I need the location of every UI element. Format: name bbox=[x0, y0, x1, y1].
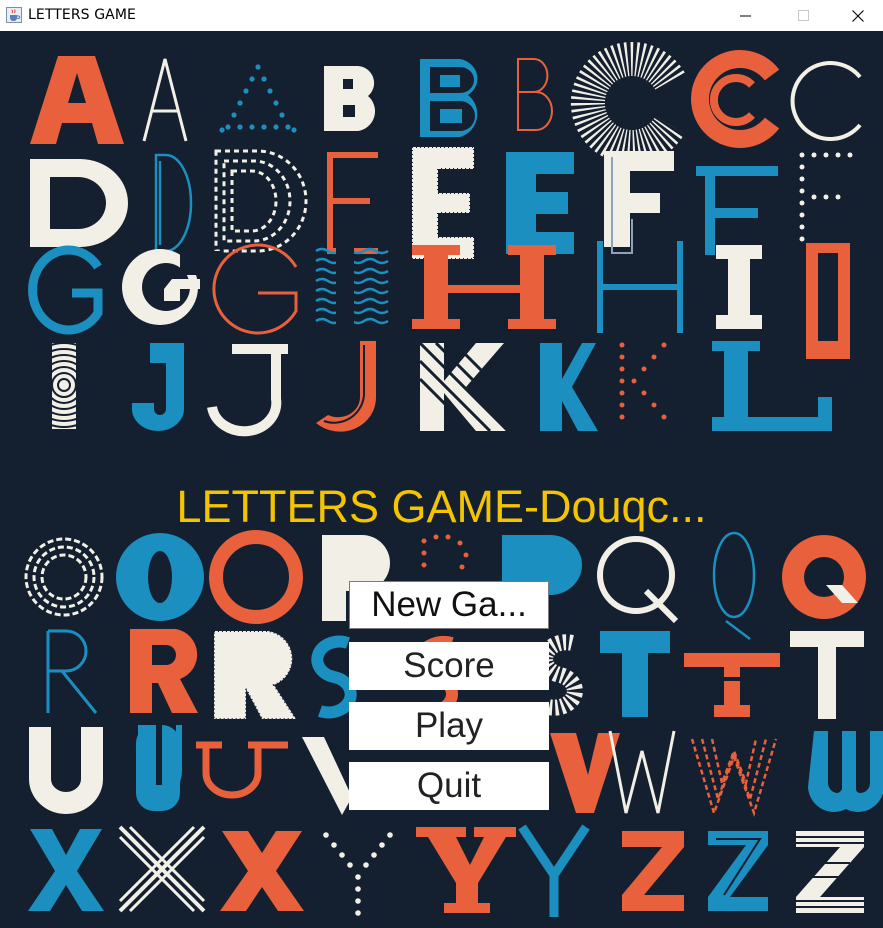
letter-z-striped bbox=[796, 831, 864, 913]
letter-c-thin bbox=[790, 61, 862, 141]
letter-w-fingerprint bbox=[690, 738, 778, 818]
letter-i-orange-3d bbox=[806, 243, 850, 359]
minimize-icon bbox=[740, 15, 751, 16]
maximize-icon bbox=[798, 9, 809, 21]
letter-d-blue-outline bbox=[154, 153, 193, 253]
letter-d-striped bbox=[214, 149, 308, 253]
letter-c-orange bbox=[691, 50, 780, 148]
letter-s-blue bbox=[311, 635, 357, 719]
game-panel: LETTERS GAME-Douqc... New Ga... Score Pl… bbox=[0, 31, 883, 928]
letter-g-blue bbox=[28, 245, 103, 335]
letter-v-orange bbox=[550, 733, 620, 813]
letter-j-orange bbox=[316, 341, 377, 432]
new-game-button[interactable]: New Ga... bbox=[349, 581, 549, 629]
letter-t-blue bbox=[600, 631, 670, 717]
letter-t-orange-slab bbox=[684, 653, 780, 717]
letter-u-cream bbox=[29, 727, 103, 814]
letter-x-blue bbox=[28, 829, 104, 911]
letter-b-outline bbox=[517, 58, 553, 131]
letter-e-blue-bold bbox=[506, 152, 574, 254]
letter-d-cream bbox=[30, 159, 128, 247]
letter-z-orange bbox=[622, 831, 684, 911]
letter-a-thin bbox=[142, 58, 188, 142]
letter-z-blue bbox=[708, 831, 768, 911]
game-title: LETTERS GAME-Douqc... bbox=[176, 481, 707, 532]
letter-u-orange-slab bbox=[196, 741, 288, 799]
letter-y-dotted bbox=[323, 832, 393, 916]
minimize-button[interactable] bbox=[717, 0, 775, 31]
letter-c-striped bbox=[570, 42, 685, 164]
letter-b-blue-3d bbox=[420, 59, 478, 137]
letter-f-3d bbox=[604, 151, 674, 254]
letter-f-blue bbox=[696, 166, 778, 255]
window-titlebar[interactable]: LETTERS GAME bbox=[0, 0, 883, 31]
close-button[interactable] bbox=[833, 0, 883, 31]
letter-r-orange-3d bbox=[130, 629, 198, 713]
letter-y-orange-slab bbox=[416, 827, 516, 913]
letter-k-striped bbox=[418, 341, 510, 433]
window-title: LETTERS GAME bbox=[28, 7, 136, 23]
letter-k-blue bbox=[540, 343, 598, 431]
letter-g-3d bbox=[122, 249, 220, 325]
letter-u-blue bbox=[136, 725, 183, 811]
letter-r-dotted bbox=[213, 630, 298, 720]
letter-b-cream bbox=[324, 66, 376, 131]
letter-k-dotted bbox=[619, 342, 667, 420]
java-cup-icon bbox=[6, 7, 22, 23]
letter-g-orange-outline bbox=[212, 243, 298, 335]
letter-a-dotted bbox=[219, 64, 297, 133]
letter-w-blue bbox=[808, 731, 883, 812]
letter-x-orange bbox=[220, 831, 304, 911]
letter-y-blue bbox=[518, 824, 590, 917]
letter-w-thin bbox=[608, 730, 676, 814]
close-icon bbox=[852, 9, 864, 22]
letter-h-blue-thin bbox=[597, 241, 683, 333]
letter-p-dotted bbox=[421, 534, 469, 570]
letter-q-blue-outline bbox=[712, 531, 756, 640]
letter-o-blue-bold bbox=[116, 533, 204, 621]
quit-button[interactable]: Quit bbox=[349, 762, 549, 810]
letter-r-blue-thin bbox=[46, 629, 98, 714]
letter-e-orange-thin bbox=[327, 152, 378, 254]
letter-o-orange-ring bbox=[209, 530, 303, 624]
letter-h-wavy bbox=[315, 245, 389, 331]
letter-s-striped bbox=[537, 634, 583, 716]
letter-a-orange bbox=[30, 56, 124, 144]
letter-j-cream bbox=[207, 344, 288, 437]
play-button[interactable]: Play bbox=[349, 702, 549, 750]
letter-x-striped bbox=[118, 825, 206, 913]
letter-i-cream-slab bbox=[716, 245, 762, 329]
letter-e-dotted bbox=[411, 146, 475, 260]
letter-q-orange bbox=[782, 535, 866, 619]
letter-h-orange-slab bbox=[412, 245, 556, 329]
letter-i-circles bbox=[21, 342, 107, 429]
letter-f-dotted bbox=[799, 152, 853, 242]
letter-t-cream bbox=[790, 631, 864, 719]
score-button[interactable]: Score bbox=[349, 642, 549, 690]
letter-q-cream bbox=[597, 536, 679, 624]
letter-o-swirl bbox=[24, 537, 104, 617]
letter-j-blue bbox=[132, 343, 184, 431]
letter-v-cream bbox=[302, 737, 352, 815]
maximize-button[interactable] bbox=[775, 0, 833, 31]
